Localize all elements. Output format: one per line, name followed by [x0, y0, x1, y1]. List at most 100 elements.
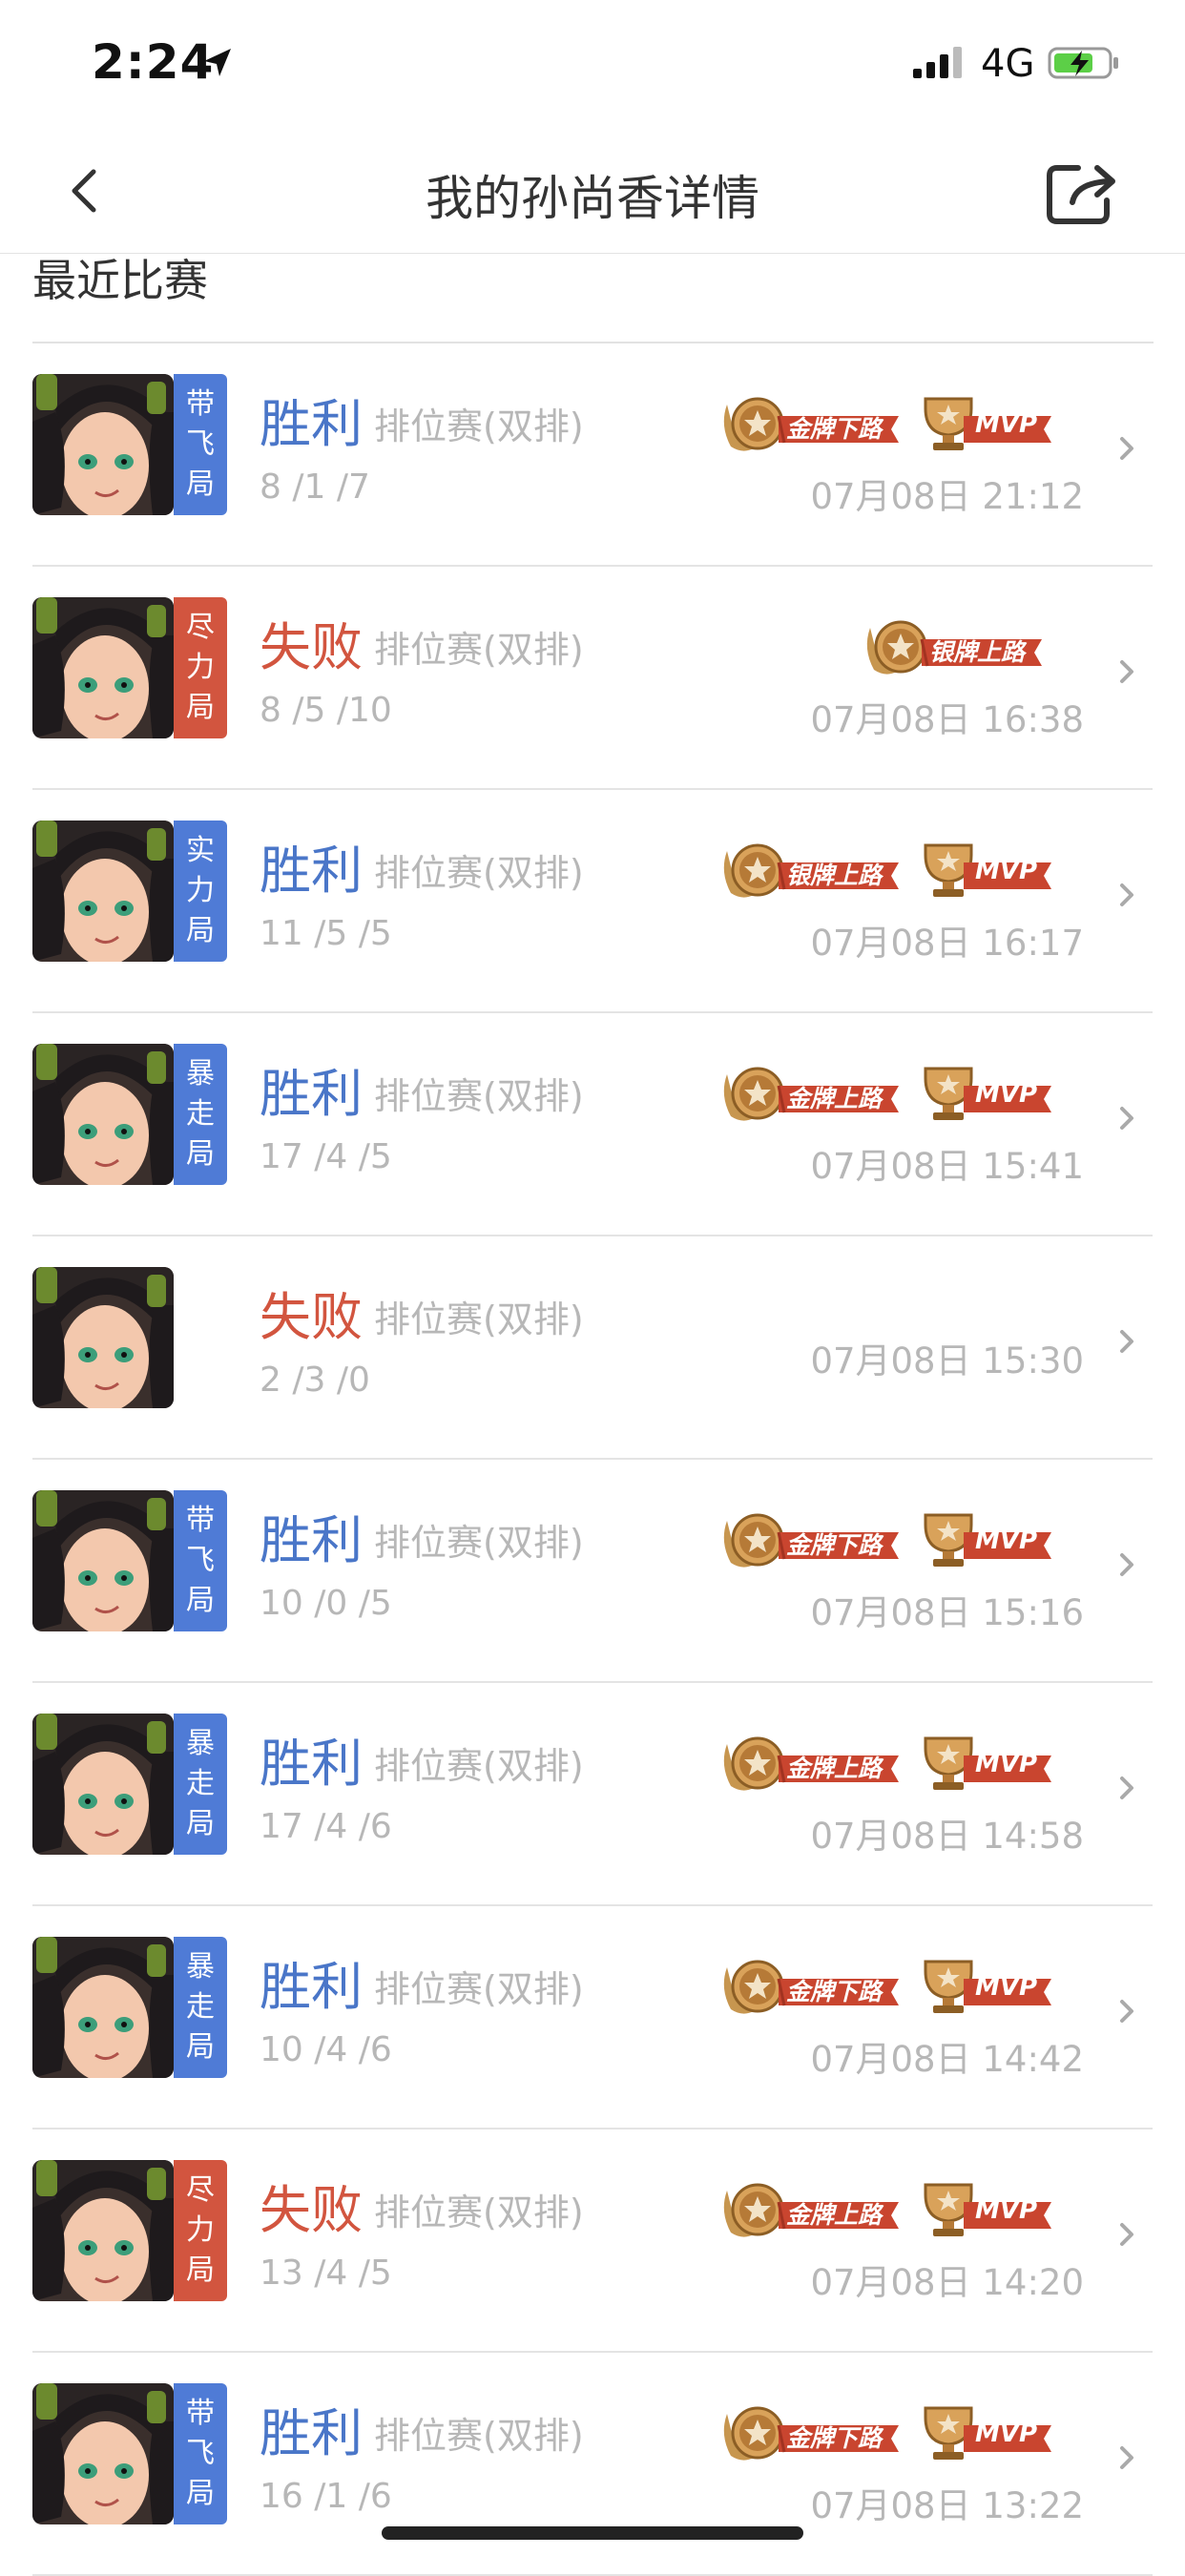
match-list: 带飞局胜利 排位赛(双排) 8 /1 /7 金牌下路 MVP 07月08日 21:12 尽…	[0, 343, 1185, 2576]
match-time: 07月08日 21:12	[810, 476, 1084, 517]
performance-tag: 暴走局	[174, 1044, 227, 1185]
match-row[interactable]: 实力局胜利 排位赛(双排) 11 /5 /5 银牌上路 MVP 07月08日 16:17	[32, 790, 1153, 1013]
chevron-right-icon[interactable]	[1116, 431, 1139, 466]
hero-avatar	[32, 2383, 174, 2524]
match-mode: 排位赛(双排)	[374, 405, 584, 447]
chevron-right-icon[interactable]	[1116, 1324, 1139, 1359]
match-row[interactable]: 带飞局胜利 排位赛(双排) 10 /0 /5 金牌下路 MVP 07月08日 15:16	[32, 1460, 1153, 1683]
match-mode: 排位赛(双排)	[374, 1298, 584, 1340]
match-row[interactable]: 失败 排位赛(双排) 2 /3 /0 07月08日 15:30	[32, 1236, 1153, 1460]
match-result: 失败	[260, 1287, 363, 1347]
match-row[interactable]: 尽力局失败 排位赛(双排) 8 /5 /10 银牌上路 07月08日 16:38	[32, 567, 1153, 790]
match-mode: 排位赛(双排)	[374, 1075, 584, 1117]
mvp-badge: MVP	[922, 391, 1055, 458]
mvp-label: MVP	[975, 1973, 1038, 2002]
section-title: 最近比赛	[32, 255, 208, 306]
performance-tag-char: 带	[186, 2397, 215, 2430]
kda-score: 10 /4 /6	[260, 2030, 392, 2069]
kda-score: 8 /1 /7	[260, 467, 370, 507]
performance-tag: 暴走局	[174, 1714, 227, 1855]
match-time: 07月08日 16:38	[810, 699, 1084, 740]
kda-score: 13 /4 /5	[260, 2254, 392, 2293]
kda-score: 17 /4 /5	[260, 1137, 392, 1176]
hero-avatar	[32, 374, 174, 515]
performance-tag-char: 实	[186, 834, 215, 867]
match-result: 胜利	[260, 1510, 363, 1570]
match-time: 07月08日 14:20	[810, 2262, 1084, 2303]
chevron-right-icon[interactable]	[1116, 654, 1139, 689]
match-result: 胜利	[260, 1734, 363, 1794]
performance-tag: 暴走局	[174, 1937, 227, 2078]
kda-score: 16 /1 /6	[260, 2477, 392, 2516]
match-time: 07月08日 15:16	[810, 1592, 1084, 1633]
medal-label: 金牌下路	[786, 1531, 883, 1559]
match-row[interactable]: 带飞局胜利 排位赛(双排) 8 /1 /7 金牌下路 MVP 07月08日 21:12	[32, 343, 1153, 567]
match-mode: 排位赛(双排)	[374, 852, 584, 894]
hero-avatar	[32, 2160, 174, 2301]
hero-avatar	[32, 821, 174, 962]
chevron-right-icon[interactable]	[1116, 1548, 1139, 1582]
chevron-right-icon[interactable]	[1116, 1771, 1139, 1805]
performance-tag-char: 暴	[186, 1057, 215, 1091]
match-row[interactable]: 暴走局胜利 排位赛(双排) 17 /4 /6 金牌上路 MVP 07月08日 14:58	[32, 1683, 1153, 1906]
medal-label: 金牌上路	[786, 1085, 883, 1112]
share-icon[interactable]	[1040, 155, 1126, 231]
mvp-badge: MVP	[922, 2177, 1055, 2244]
performance-tag-char: 带	[186, 1504, 215, 1537]
performance-tag-char: 走	[186, 1990, 215, 2024]
navigation-bar: 我的孙尚香详情	[0, 134, 1185, 254]
match-result: 失败	[260, 617, 363, 677]
medal-badge: 金牌下路	[717, 2400, 908, 2467]
performance-tag-char: 飞	[186, 427, 215, 461]
chevron-right-icon[interactable]	[1116, 878, 1139, 912]
performance-tag-char: 走	[186, 1097, 215, 1131]
medal-label: 金牌上路	[786, 1755, 883, 1782]
chevron-right-icon[interactable]	[1116, 2217, 1139, 2252]
cellular-signal-icon	[913, 47, 962, 78]
medal-badge: 金牌上路	[717, 2177, 908, 2244]
match-row[interactable]: 带飞局胜利 排位赛(双排) 16 /1 /6 金牌下路 MVP 07月08日 13:22	[32, 2353, 1153, 2576]
performance-tag-char: 局	[186, 467, 215, 501]
mvp-label: MVP	[975, 1527, 1038, 1555]
medal-label: 银牌上路	[786, 862, 883, 889]
chevron-right-icon[interactable]	[1116, 2441, 1139, 2475]
performance-tag-char: 局	[186, 691, 215, 724]
hero-avatar	[32, 1490, 174, 1631]
match-row[interactable]: 暴走局胜利 排位赛(双排) 10 /4 /6 金牌下路 MVP 07月08日 14:42	[32, 1906, 1153, 2129]
kda-score: 10 /0 /5	[260, 1584, 392, 1623]
page-title: 我的孙尚香详情	[426, 171, 759, 226]
chevron-right-icon[interactable]	[1116, 1994, 1139, 2028]
medal-label: 金牌下路	[786, 2424, 883, 2452]
performance-tag-char: 局	[186, 1137, 215, 1171]
match-time: 07月08日 15:41	[810, 1146, 1084, 1187]
match-row[interactable]: 尽力局失败 排位赛(双排) 13 /4 /5 金牌上路 MVP 07月08日 14:20	[32, 2129, 1153, 2353]
match-row[interactable]: 暴走局胜利 排位赛(双排) 17 /4 /5 金牌上路 MVP 07月08日 15:41	[32, 1013, 1153, 1236]
performance-tag-char: 尽	[186, 2173, 215, 2207]
performance-tag-char: 带	[186, 387, 215, 421]
medal-badge: 金牌下路	[717, 1507, 908, 1574]
mvp-badge: MVP	[922, 2400, 1055, 2467]
location-arrow-icon	[204, 49, 231, 76]
chevron-right-icon[interactable]	[1116, 1101, 1139, 1135]
performance-tag-char: 局	[186, 2254, 215, 2287]
match-mode: 排位赛(双排)	[374, 2192, 584, 2233]
medal-badge: 金牌上路	[717, 1731, 908, 1797]
performance-tag: 尽力局	[174, 2160, 227, 2301]
performance-tag-char: 局	[186, 2477, 215, 2510]
status-time: 2:24	[92, 34, 215, 90]
match-result: 胜利	[260, 1064, 363, 1124]
home-indicator[interactable]	[382, 2526, 803, 2540]
performance-tag: 带飞局	[174, 2383, 227, 2524]
medal-badge: 金牌下路	[717, 1954, 908, 2021]
performance-tag: 尽力局	[174, 597, 227, 738]
match-time: 07月08日 16:17	[810, 923, 1084, 964]
performance-tag: 实力局	[174, 821, 227, 962]
hero-avatar	[32, 1937, 174, 2078]
network-type: 4G	[981, 42, 1035, 86]
performance-tag-char: 走	[186, 1767, 215, 1800]
kda-score: 17 /4 /6	[260, 1807, 392, 1846]
performance-tag-char: 局	[186, 1584, 215, 1617]
match-time: 07月08日 14:58	[810, 1816, 1084, 1857]
kda-score: 11 /5 /5	[260, 914, 392, 953]
hero-avatar	[32, 1044, 174, 1185]
